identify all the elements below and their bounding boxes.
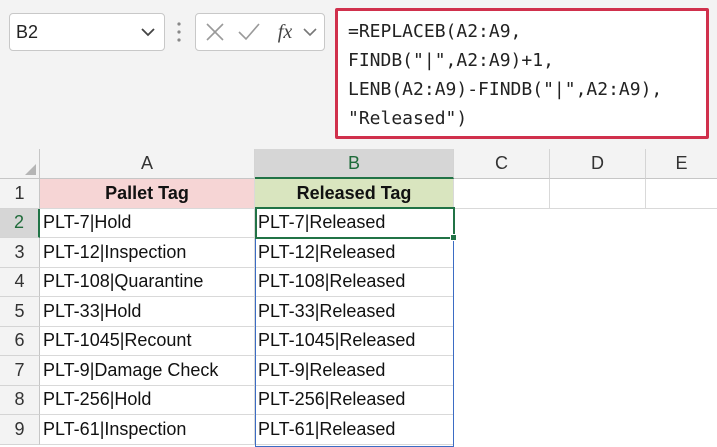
header-cell-pallet-tag[interactable]: Pallet Tag: [40, 179, 255, 209]
name-box-value: B2: [16, 22, 39, 42]
column-header-c[interactable]: C: [454, 149, 550, 179]
empty-cells-region[interactable]: [454, 209, 717, 447]
column-header-b[interactable]: B: [255, 149, 454, 179]
fill-handle[interactable]: [450, 234, 457, 241]
select-all-button[interactable]: [0, 149, 40, 179]
cell-pallet-tag[interactable]: PLT-108|Quarantine: [40, 267, 255, 297]
formula-actions: fx: [195, 13, 325, 51]
row-header[interactable]: 4: [0, 267, 40, 297]
formula-toolbar: B2 fx =REPLACEB(A2:A9, FINDB("|",A2:A9)+…: [0, 0, 717, 149]
cell-empty[interactable]: [550, 179, 646, 209]
row-header[interactable]: 9: [0, 415, 40, 445]
cell-pallet-tag[interactable]: PLT-33|Hold: [40, 297, 255, 327]
enter-check-icon[interactable]: [234, 14, 264, 50]
cell-pallet-tag[interactable]: PLT-9|Damage Check: [40, 356, 255, 386]
cell-pallet-tag[interactable]: PLT-7|Hold: [40, 208, 255, 238]
cell-released-tag[interactable]: PLT-7|Released: [255, 208, 454, 238]
cell-released-tag[interactable]: PLT-256|Released: [255, 385, 454, 415]
resize-handle-icon[interactable]: [176, 18, 182, 46]
row-header[interactable]: 2: [0, 208, 40, 238]
cell-released-tag[interactable]: PLT-12|Released: [255, 238, 454, 268]
row-header[interactable]: 6: [0, 326, 40, 356]
cell-released-tag[interactable]: PLT-1045|Released: [255, 326, 454, 356]
formula-input[interactable]: =REPLACEB(A2:A9, FINDB("|",A2:A9)+1, LEN…: [335, 8, 709, 139]
column-header-d[interactable]: D: [550, 149, 646, 179]
cell-released-tag[interactable]: PLT-9|Released: [255, 356, 454, 386]
cell-released-tag[interactable]: PLT-33|Released: [255, 297, 454, 327]
row-header[interactable]: 3: [0, 238, 40, 268]
column-header-e[interactable]: E: [646, 149, 717, 179]
insert-function-icon[interactable]: fx: [272, 14, 298, 50]
formula-text: =REPLACEB(A2:A9, FINDB("|",A2:A9)+1, LEN…: [348, 21, 663, 129]
cell-released-tag[interactable]: PLT-108|Released: [255, 267, 454, 297]
row-header[interactable]: 8: [0, 385, 40, 415]
chevron-down-icon[interactable]: [140, 26, 156, 38]
row-header[interactable]: 5: [0, 297, 40, 327]
cell-empty[interactable]: [454, 179, 550, 209]
cell-pallet-tag[interactable]: PLT-256|Hold: [40, 385, 255, 415]
cell-pallet-tag[interactable]: PLT-1045|Recount: [40, 326, 255, 356]
name-box[interactable]: B2: [9, 13, 165, 51]
cancel-icon[interactable]: [200, 14, 230, 50]
row-header[interactable]: 7: [0, 356, 40, 386]
spreadsheet-grid: A B C D E 1 2 3 4 5 6 7 8 9 Pallet Tag R…: [0, 149, 717, 447]
chevron-down-icon[interactable]: [300, 14, 320, 50]
cell-pallet-tag[interactable]: PLT-12|Inspection: [40, 238, 255, 268]
header-cell-released-tag[interactable]: Released Tag: [255, 179, 454, 209]
row-header[interactable]: 1: [0, 179, 40, 209]
cell-pallet-tag[interactable]: PLT-61|Inspection: [40, 415, 255, 445]
cell-released-tag[interactable]: PLT-61|Released: [255, 415, 454, 445]
column-header-a[interactable]: A: [40, 149, 255, 179]
cell-empty[interactable]: [646, 179, 717, 209]
